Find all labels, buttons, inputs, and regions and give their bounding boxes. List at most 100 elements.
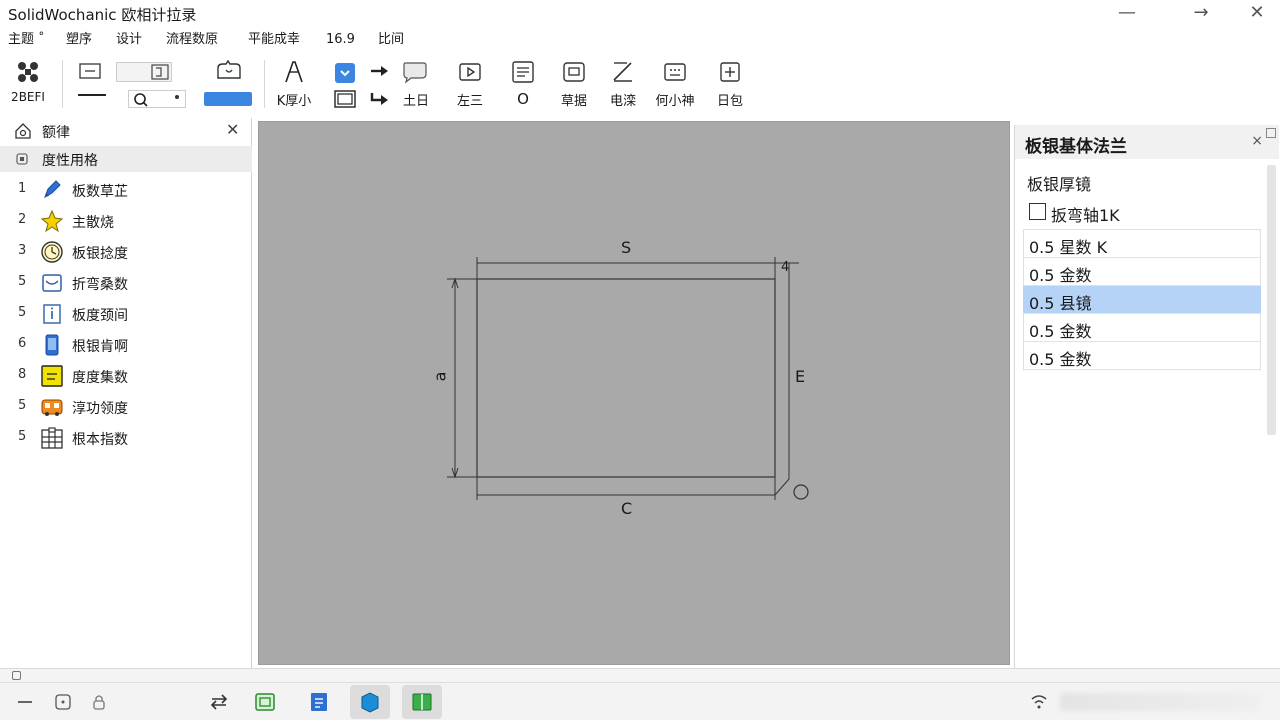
tool-edit[interactable]: 电滦 <box>604 54 642 114</box>
info-box-icon[interactable] <box>52 691 74 713</box>
minimize-button[interactable]: — <box>1112 2 1142 24</box>
pencil-icon <box>44 180 61 199</box>
turn-arrow-icon <box>370 93 388 105</box>
tree-item[interactable]: 5 根本指数 <box>0 423 252 453</box>
tool-cloud[interactable] <box>200 54 256 114</box>
tool-add[interactable]: 日包 <box>712 54 748 114</box>
corner-handle[interactable] <box>793 484 809 500</box>
tree-item[interactable]: 8 度度集数 <box>0 361 252 391</box>
tool-arrows[interactable]: 土日 <box>366 54 442 114</box>
arrow-right-icon <box>371 66 388 76</box>
tree-item-number: 5 <box>18 398 27 413</box>
camera-icon <box>563 62 585 82</box>
tool-sketch[interactable]: K厚小 <box>272 54 316 114</box>
tree-item[interactable]: 2 主散烧 <box>0 206 252 236</box>
dim-label-bottom[interactable]: C <box>621 499 632 518</box>
book-app-icon <box>412 693 432 711</box>
feature-tree-subheader-label: 度性用格 <box>42 153 98 169</box>
sketch-icon <box>285 61 303 83</box>
dim-label-left[interactable]: a <box>430 372 449 382</box>
status-icon[interactable] <box>12 671 21 680</box>
menu-bar: 主题 ˚ 塑序 设计 流程数原 平能成幸 16.9 比间 <box>0 30 1280 52</box>
title-bar: SolidWochanic 欧相计拉录 — → ✕ <box>0 0 1280 28</box>
menu-item-version[interactable]: 16.9 <box>326 30 355 50</box>
tree-item-label: 主散烧 <box>72 215 114 231</box>
option-item-selected[interactable]: 0.5 县镜 <box>1023 286 1261 314</box>
add-icon <box>720 62 740 82</box>
sketch-drawing <box>447 257 809 500</box>
list-icon <box>512 61 534 83</box>
graphics-canvas[interactable]: S 4 a E C <box>258 121 1010 665</box>
option-item[interactable]: 0.5 星数 K <box>1023 230 1261 258</box>
tree-item-number: 1 <box>18 181 27 196</box>
tool-list[interactable]: O <box>508 54 538 114</box>
tree-item-label: 折弯桑数 <box>72 277 128 293</box>
feature-tree-subheader[interactable]: 度性用格 <box>0 146 252 172</box>
property-manager-title: 板银基体法兰 <box>1025 137 1127 157</box>
property-manager-panel: 板银基体法兰 × 板银厚镜 扳弯轴1K 0.5 星数 K 0.5 金数 0.5 … <box>1014 125 1279 668</box>
property-manager-header: 板银基体法兰 × <box>1015 125 1279 159</box>
tool-assembly-label: 2BEFI <box>11 90 45 104</box>
option-item[interactable]: 0.5 金数 <box>1023 258 1261 286</box>
info-icon <box>43 304 61 324</box>
menu-item-2[interactable]: 塑序 <box>66 30 92 50</box>
search-box[interactable] <box>128 90 186 108</box>
sync-icon[interactable] <box>208 691 230 713</box>
menu-item-design[interactable]: 设计 <box>116 30 142 50</box>
tool-field-group[interactable] <box>116 54 188 114</box>
tool-camera[interactable]: 草据 <box>556 54 592 114</box>
lock-icon[interactable] <box>88 691 110 713</box>
option-label: 0.5 金数 <box>1029 322 1092 341</box>
bend-axis-checkbox[interactable]: 扳弯轴1K <box>1027 201 1227 225</box>
dim-label-right[interactable]: E <box>795 367 805 386</box>
tool-add-label: 日包 <box>716 94 744 109</box>
taskbar-active-app[interactable] <box>350 685 390 719</box>
tree-item[interactable]: 5 折弯桑数 <box>0 268 252 298</box>
tool-box[interactable] <box>72 54 108 114</box>
search-icon <box>134 93 148 107</box>
tree-item[interactable]: 1 板数草芷 <box>0 175 252 205</box>
toolbar-separator <box>264 60 265 108</box>
clock-icon <box>41 241 63 263</box>
tree-item-label: 板银捻度 <box>72 246 128 262</box>
wifi-icon[interactable] <box>1028 691 1050 713</box>
dim-label-top[interactable]: S <box>621 238 631 257</box>
tree-item[interactable]: 3 板银捻度 <box>0 237 252 267</box>
sketch-rectangle[interactable] <box>476 278 776 478</box>
tool-download[interactable] <box>332 54 360 114</box>
minus-icon[interactable] <box>14 691 36 713</box>
menu-item-7[interactable]: 比间 <box>378 30 404 50</box>
menu-item-5[interactable]: 平能成幸 <box>248 30 300 50</box>
checkbox-box[interactable] <box>1029 203 1046 220</box>
bus-icon <box>41 399 63 416</box>
menu-item-4[interactable]: 流程数原 <box>166 30 218 50</box>
mail-icon <box>42 274 62 292</box>
panel-close-icon[interactable]: ✕ <box>226 120 239 139</box>
box-icon <box>79 63 101 79</box>
tree-item[interactable]: 6 根银肯啊 <box>0 330 252 360</box>
tool-list-label: O <box>517 90 529 108</box>
taskbar-active-app[interactable] <box>402 685 442 719</box>
tool-play[interactable]: 左三 <box>452 54 488 114</box>
tree-item[interactable]: 5 淳功领度 <box>0 392 252 422</box>
close-icon[interactable]: × <box>1251 133 1263 149</box>
option-item[interactable]: 0.5 金数 <box>1023 314 1261 342</box>
monitor-icon[interactable] <box>254 691 276 713</box>
document-icon[interactable] <box>308 691 330 713</box>
close-button[interactable]: ✕ <box>1242 2 1272 24</box>
tool-keyboard[interactable]: 何小神 <box>652 54 698 114</box>
application-window: SolidWochanic 欧相计拉录 — → ✕ 主题 ˚ 塑序 设计 流程数… <box>0 0 1280 720</box>
maximize-button[interactable]: → <box>1186 2 1216 24</box>
tree-item[interactable]: 5 板度颈间 <box>0 299 252 329</box>
tool-assembly[interactable]: 2BEFI <box>4 54 52 114</box>
option-label: 0.5 金数 <box>1029 266 1092 285</box>
menu-item-theme[interactable]: 主题 ˚ <box>8 30 45 50</box>
tree-item-label: 板数草芷 <box>72 184 128 200</box>
option-item[interactable]: 0.5 金数 <box>1023 342 1261 370</box>
window-title: SolidWochanic 欧相计拉录 <box>8 6 197 24</box>
dim-label-top-right[interactable]: 4 <box>781 260 789 275</box>
panel-pin-icon[interactable] <box>1266 128 1276 138</box>
tree-item-number: 5 <box>18 305 27 320</box>
option-label: 0.5 县镜 <box>1029 294 1092 313</box>
scrollbar[interactable] <box>1267 165 1276 435</box>
